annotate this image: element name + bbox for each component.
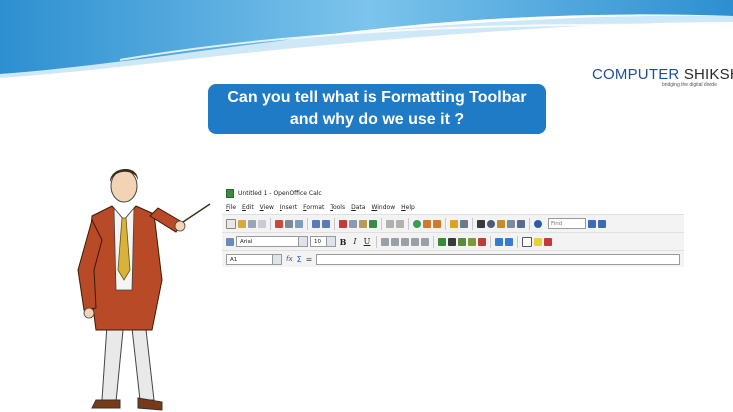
percent-format-icon[interactable] <box>448 237 456 246</box>
toolbar-separator <box>334 217 335 230</box>
cut-icon[interactable] <box>339 219 347 228</box>
underline-button[interactable]: U <box>362 237 372 246</box>
autospellcheck-icon[interactable] <box>322 219 330 228</box>
spellcheck-icon[interactable] <box>312 219 320 228</box>
menu-format[interactable]: Format <box>303 204 324 211</box>
question-line-1: Can you tell what is Formatting Toolbar <box>227 89 527 106</box>
find-replace-icon[interactable] <box>477 219 485 228</box>
clone-formatting-icon[interactable] <box>369 219 377 228</box>
menu-edit[interactable]: Edit <box>242 204 254 211</box>
decrease-indent-icon[interactable] <box>495 237 503 246</box>
align-left-icon[interactable] <box>381 237 389 246</box>
question-line-2: and why do we use it ? <box>289 111 465 128</box>
calc-app-icon <box>226 188 234 198</box>
align-center-icon[interactable] <box>391 237 399 246</box>
toolbar-separator <box>381 217 382 230</box>
add-decimal-icon[interactable] <box>468 237 476 246</box>
standard-format-icon[interactable] <box>458 237 466 246</box>
formatting-toolbar: Arial 10 B I U <box>222 232 684 250</box>
font-name-select[interactable]: Arial <box>236 236 308 247</box>
menu-data[interactable]: Data <box>351 204 365 211</box>
bold-button[interactable]: B <box>338 237 348 247</box>
menu-bar: File Edit View Insert Format Tools Data … <box>222 200 684 214</box>
delete-decimal-icon[interactable] <box>478 237 486 246</box>
zoom-icon[interactable] <box>517 219 525 228</box>
calc-window: Untitled 1 - OpenOffice Calc File Edit V… <box>222 186 684 286</box>
window-titlebar: Untitled 1 - OpenOffice Calc <box>222 186 684 200</box>
export-pdf-icon[interactable] <box>275 219 283 228</box>
question-box: Can you tell what is Formatting Toolbar … <box>208 84 546 134</box>
currency-format-icon[interactable] <box>438 237 446 246</box>
copy-icon[interactable] <box>349 219 357 228</box>
gallery-icon[interactable] <box>497 219 505 228</box>
window-title: Untitled 1 - OpenOffice Calc <box>238 189 322 197</box>
toolbar-separator <box>445 217 446 230</box>
find-input[interactable]: Find <box>548 218 586 229</box>
logo-brand-2: SHIKSHA <box>683 66 733 83</box>
sort-descending-icon[interactable] <box>433 219 441 228</box>
function-button[interactable]: = <box>306 255 313 264</box>
email-icon[interactable] <box>258 219 266 228</box>
print-icon[interactable] <box>285 219 293 228</box>
sort-ascending-icon[interactable] <box>423 219 431 228</box>
toolbar-separator <box>270 217 271 230</box>
logo-brand: COMPUTER <box>592 66 680 83</box>
function-wizard-button[interactable]: fx <box>286 255 293 263</box>
open-folder-icon[interactable] <box>238 219 246 228</box>
justify-icon[interactable] <box>411 237 419 246</box>
save-icon[interactable] <box>248 219 256 228</box>
align-right-icon[interactable] <box>401 237 409 246</box>
undo-icon[interactable] <box>386 219 394 228</box>
borders-icon[interactable] <box>522 236 532 247</box>
increase-indent-icon[interactable] <box>505 237 513 246</box>
menu-help[interactable]: Help <box>401 204 415 211</box>
presenter-illustration <box>77 168 211 411</box>
toolbar-separator <box>472 217 473 230</box>
standard-toolbar: Find <box>222 214 684 232</box>
sum-button[interactable]: Σ <box>297 255 302 264</box>
font-size-select[interactable]: 10 <box>310 236 336 247</box>
paste-icon[interactable] <box>359 219 367 228</box>
print-preview-icon[interactable] <box>295 219 303 228</box>
name-box[interactable]: A1 <box>226 253 282 265</box>
toolbar-separator <box>408 217 409 230</box>
data-sources-icon[interactable] <box>507 219 515 228</box>
background-color-icon[interactable] <box>534 237 542 246</box>
help-icon[interactable] <box>534 219 542 228</box>
toolbar-separator <box>376 235 377 248</box>
styles-formatting-icon[interactable] <box>226 237 234 246</box>
menu-view[interactable]: View <box>260 204 274 211</box>
merge-cells-icon[interactable] <box>421 237 429 246</box>
menu-file[interactable]: File <box>226 204 236 211</box>
toolbar-separator <box>490 235 491 248</box>
hyperlink-icon[interactable] <box>413 219 421 228</box>
redo-icon[interactable] <box>396 219 404 228</box>
brand-logo: COMPUTER SHIKSHA bridging the digital di… <box>592 66 733 92</box>
find-previous-icon[interactable] <box>598 219 606 228</box>
toolbar-separator <box>433 235 434 248</box>
formula-bar: A1 fx Σ = <box>222 250 684 267</box>
new-document-icon[interactable] <box>226 218 236 229</box>
menu-insert[interactable]: Insert <box>280 204 297 211</box>
menu-window[interactable]: Window <box>371 204 395 211</box>
navigator-icon[interactable] <box>487 219 495 228</box>
toolbar-separator <box>517 235 518 248</box>
italic-button[interactable]: I <box>350 237 360 246</box>
formula-input[interactable] <box>316 253 680 265</box>
show-draw-functions-icon[interactable] <box>460 219 468 228</box>
font-color-icon[interactable] <box>544 237 552 246</box>
menu-tools[interactable]: Tools <box>330 204 345 211</box>
toolbar-separator <box>529 217 530 230</box>
toolbar-separator <box>307 217 308 230</box>
chart-icon[interactable] <box>450 219 458 228</box>
find-next-icon[interactable] <box>588 219 596 228</box>
